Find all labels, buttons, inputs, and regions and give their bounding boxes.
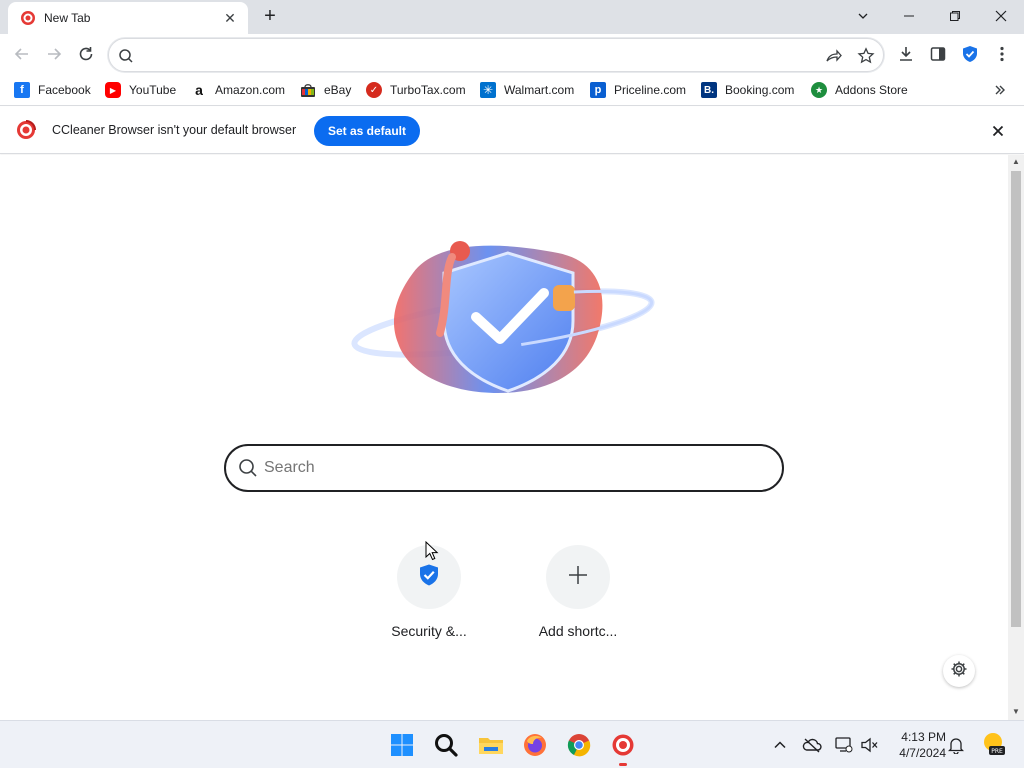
bookmarks-bar: f Facebook ▶ YouTube a Amazon.com eBay ✓…	[0, 74, 1024, 106]
scrollbar-thumb[interactable]	[1011, 171, 1021, 627]
chrome-icon[interactable]	[565, 731, 593, 759]
shield-check-icon	[417, 563, 441, 592]
bookmark-label: Booking.com	[725, 83, 795, 97]
ntp-search-input[interactable]	[264, 458, 744, 478]
bookmark-walmart[interactable]: ✳ Walmart.com	[480, 81, 574, 99]
tab-title: New Tab	[44, 11, 91, 25]
svg-text:PRE: PRE	[991, 748, 1003, 755]
toolbar	[0, 34, 1024, 74]
amazon-icon: a	[191, 82, 207, 98]
tab-new-tab[interactable]: New Tab ✕	[8, 2, 248, 34]
scroll-down-icon[interactable]: ▼	[1012, 707, 1020, 716]
bookmark-label: Priceline.com	[614, 83, 687, 97]
shortcut-label: Security &...	[391, 623, 467, 639]
network-icon[interactable]	[834, 735, 854, 755]
security-extension-icon[interactable]	[958, 42, 982, 66]
search-icon	[238, 458, 258, 478]
bookmark-label: eBay	[324, 83, 352, 97]
chevron-up-icon[interactable]	[770, 735, 790, 755]
download-icon[interactable]	[894, 42, 918, 66]
search-icon	[117, 47, 135, 65]
facebook-icon: f	[14, 82, 30, 98]
active-app-indicator	[619, 763, 627, 766]
new-tab-button[interactable]: +	[258, 6, 282, 28]
notification-bell-icon[interactable]	[946, 735, 966, 755]
bookmark-amazon[interactable]: a Amazon.com	[191, 81, 285, 99]
bookmark-youtube[interactable]: ▶ YouTube	[105, 81, 176, 99]
infobar-message: CCleaner Browser isn't your default brow…	[52, 123, 297, 137]
bookmark-label: TurboTax.com	[390, 83, 466, 97]
address-bar[interactable]	[108, 38, 884, 72]
ccleaner-browser-icon	[20, 10, 36, 26]
file-explorer-icon[interactable]	[477, 731, 505, 759]
windows-taskbar: 4:13 PM 4/7/2024 PRE	[0, 720, 1024, 768]
mouse-cursor-icon	[425, 540, 439, 561]
booking-icon: B.	[701, 82, 717, 98]
default-browser-infobar: CCleaner Browser isn't your default brow…	[0, 107, 1024, 154]
restore-icon[interactable]	[932, 0, 978, 32]
volume-muted-icon[interactable]	[860, 735, 880, 755]
address-input[interactable]	[145, 45, 825, 65]
bookmark-addons-store[interactable]: ★ Addons Store	[811, 81, 908, 99]
menu-icon[interactable]	[990, 42, 1014, 66]
ntp-search-box[interactable]	[224, 444, 784, 492]
close-icon[interactable]	[978, 0, 1024, 32]
priceline-icon: p	[590, 82, 606, 98]
bookmark-label: Facebook	[38, 83, 91, 97]
back-button[interactable]	[10, 42, 34, 66]
weather-preview-icon[interactable]: PRE	[980, 731, 1006, 757]
addons-store-icon: ★	[811, 82, 827, 98]
gear-icon	[950, 660, 968, 683]
side-panel-icon[interactable]	[926, 42, 950, 66]
search-icon[interactable]	[432, 731, 460, 759]
windows-start-icon[interactable]	[388, 731, 416, 759]
tab-strip: New Tab ✕ +	[0, 0, 1024, 34]
bookmark-priceline[interactable]: p Priceline.com	[590, 81, 686, 99]
security-shield-illustration	[348, 233, 658, 403]
bookmark-booking[interactable]: B. Booking.com	[701, 81, 794, 99]
customize-page-button[interactable]	[943, 655, 975, 687]
walmart-icon: ✳	[480, 82, 496, 98]
shortcut-label: Add shortc...	[538, 623, 618, 639]
ccleaner-browser-icon[interactable]	[609, 731, 637, 759]
set-as-default-button[interactable]: Set as default	[314, 116, 420, 146]
firefox-icon[interactable]	[521, 731, 549, 759]
bookmark-label: YouTube	[129, 83, 177, 97]
reload-button[interactable]	[74, 42, 98, 66]
new-tab-page: Security &... Add shortc...	[0, 155, 1008, 720]
youtube-icon: ▶	[105, 82, 121, 98]
more-bookmarks-icon[interactable]	[994, 81, 1006, 99]
plus-icon	[568, 565, 588, 590]
clock-time: 4:13 PM	[901, 730, 946, 744]
bookmark-turbotax[interactable]: ✓ TurboTax.com	[366, 81, 466, 99]
bookmark-facebook[interactable]: f Facebook	[14, 81, 91, 99]
bookmark-label: Addons Store	[835, 83, 908, 97]
bookmark-label: Amazon.com	[215, 83, 286, 97]
close-icon[interactable]	[990, 123, 1006, 139]
page-scrollbar[interactable]: ▲ ▼	[1008, 155, 1024, 720]
forward-button[interactable]	[42, 42, 66, 66]
clock-date: 4/7/2024	[899, 746, 946, 760]
system-clock[interactable]: 4:13 PM 4/7/2024	[886, 729, 946, 761]
onedrive-icon[interactable]	[802, 735, 822, 755]
shortcut-tile[interactable]	[546, 545, 610, 609]
ebay-icon	[300, 82, 316, 98]
minimize-icon[interactable]	[886, 0, 932, 32]
close-icon[interactable]: ✕	[222, 10, 238, 26]
ccleaner-logo-icon	[16, 120, 36, 140]
star-icon[interactable]	[857, 47, 875, 65]
scroll-up-icon[interactable]: ▲	[1012, 157, 1020, 166]
bookmark-ebay[interactable]: eBay	[300, 81, 351, 99]
share-icon[interactable]	[825, 47, 843, 65]
shortcut-add[interactable]: Add shortc...	[518, 545, 638, 645]
chevron-down-icon[interactable]	[840, 0, 886, 32]
bookmark-label: Walmart.com	[504, 83, 575, 97]
turbotax-icon: ✓	[366, 82, 382, 98]
